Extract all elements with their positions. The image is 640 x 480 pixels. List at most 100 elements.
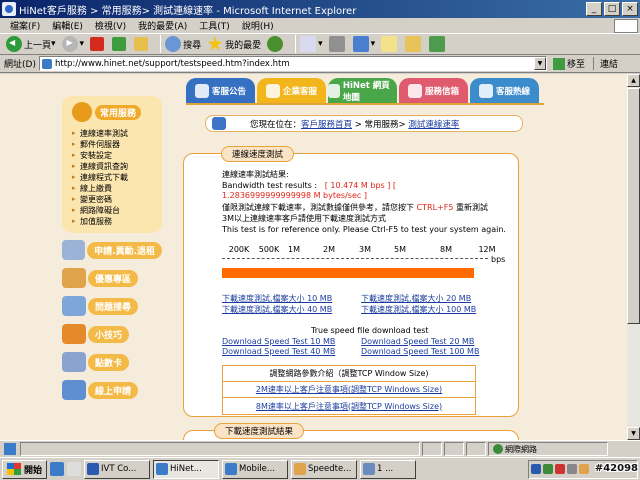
menu-file[interactable]: 檔案(F) (10, 19, 40, 32)
sidebar-item-password[interactable]: 變更密碼 (72, 194, 156, 205)
tray-antivirus-icon[interactable] (555, 464, 565, 474)
tab-sitemap[interactable]: HiNet 網頁地圖 (328, 78, 397, 104)
apply-icon (62, 240, 86, 260)
sidebar: 常用服務 連線速率測試 郵件伺服器 安裝設定 連線資訊查詢 連線程式下載 線上繳… (62, 96, 162, 401)
stop-icon (90, 37, 105, 51)
links-button[interactable]: 連結 (592, 57, 618, 70)
forward-arrow-icon (61, 36, 78, 52)
sidebar-button-offers[interactable]: 優惠專區 (62, 267, 162, 289)
minimize-button[interactable]: _ (586, 2, 602, 16)
download-cn-20mb-link[interactable]: 下載速度測試,檔案大小 20 MB (361, 293, 471, 304)
refresh-button[interactable] (112, 37, 128, 51)
favorites-button[interactable]: 我的最愛 (207, 36, 261, 52)
stop-button[interactable] (90, 37, 106, 51)
task-misc[interactable]: 1 ... (360, 459, 417, 479)
task-mobile[interactable]: Mobile... (222, 459, 289, 479)
sidebar-item-speed-test[interactable]: 連線速率測試 (72, 128, 156, 139)
menu-edit[interactable]: 編輯(E) (52, 19, 83, 32)
back-button[interactable]: 上一頁 ▾ (6, 36, 56, 52)
search-label: 搜尋 (183, 40, 202, 51)
edit-button[interactable]: ▾ (352, 36, 375, 52)
task-ivt[interactable]: IVT Co... (84, 459, 151, 479)
tick-label: 8M (440, 245, 452, 254)
sidebar-item-connection-info[interactable]: 連線資訊查詢 (72, 161, 156, 172)
menu-help[interactable]: 說明(H) (242, 19, 274, 32)
discuss-button[interactable] (381, 36, 399, 52)
address-url[interactable]: http://www.hinet.net/support/testspeed.h… (55, 59, 534, 69)
forward-button[interactable]: ▾ (61, 36, 84, 52)
quicklaunch-ie-icon[interactable] (50, 462, 65, 476)
address-bar: 網址(D) http://www.hinet.net/support/tests… (0, 55, 640, 73)
tab-announcements[interactable]: 客服公告 (186, 78, 255, 104)
quicklaunch-desktop-icon[interactable] (67, 462, 82, 476)
address-label: 網址(D) (4, 60, 36, 70)
question-icon (62, 296, 86, 316)
menu-view[interactable]: 檢視(V) (95, 19, 126, 32)
scroll-thumb[interactable] (627, 88, 640, 324)
download-en-title: True speed file download test (311, 326, 429, 335)
scroll-down-icon[interactable]: ▼ (627, 427, 640, 440)
start-button[interactable]: 開始 (2, 459, 48, 479)
card-icon (62, 352, 86, 372)
print-button[interactable] (328, 36, 347, 52)
tray-network-icon[interactable] (543, 464, 553, 474)
breadcrumb-current-link[interactable]: 測試連線速率 (408, 118, 459, 130)
tray-bluetooth-icon[interactable] (531, 464, 541, 474)
sidebar-button-tips[interactable]: 小技巧 (62, 323, 162, 345)
download-en-10mb-link[interactable]: Download Speed Test 10 MB (222, 337, 335, 346)
services-icon (72, 102, 92, 122)
sidebar-item-payment[interactable]: 線上繳費 (72, 183, 156, 194)
sidebar-item-download[interactable]: 連線程式下載 (72, 172, 156, 183)
app-icon (363, 463, 376, 475)
address-dropdown-icon[interactable]: ▼ (533, 57, 546, 70)
download-en-100mb-link[interactable]: Download Speed Test 100 MB (361, 347, 479, 356)
tuning-2m-link[interactable]: 2M速率以上客戶注意事項(調整TCP Windows Size) (256, 384, 442, 395)
sidebar-button-apply[interactable]: 申請.異動.退租 (62, 239, 162, 261)
vertical-scrollbar[interactable]: ▲ ▼ (627, 74, 640, 440)
tab-hotline[interactable]: 客服熱線 (470, 78, 539, 104)
note-text-end: 重新測試 (455, 203, 488, 212)
download-cn-10mb-link[interactable]: 下載速度測試,檔案大小 10 MB (222, 293, 332, 304)
page-icon (41, 58, 52, 69)
go-arrow-icon (552, 57, 565, 70)
folder-button[interactable] (405, 36, 423, 52)
task-speedtest[interactable]: Speedte... (291, 459, 358, 479)
go-button[interactable]: 移至 (552, 57, 585, 70)
sidebar-item-value-added[interactable]: 加值服務 (72, 216, 156, 227)
tab-mailbox[interactable]: 服務信箱 (399, 78, 468, 104)
scroll-up-icon[interactable]: ▲ (627, 74, 640, 87)
menu-tools[interactable]: 工具(T) (199, 19, 230, 32)
mail-button[interactable]: ▾ (300, 36, 323, 52)
task-hinet[interactable]: HiNet... (153, 459, 220, 479)
tray-volume-icon[interactable] (567, 464, 577, 474)
breadcrumb-home-link[interactable]: 客戶服務首頁 (301, 118, 352, 130)
menu-favorites[interactable]: 我的最愛(A) (138, 19, 187, 32)
download-en-40mb-link[interactable]: Download Speed Test 40 MB (222, 347, 335, 356)
address-input[interactable]: http://www.hinet.net/support/testspeed.h… (38, 56, 547, 71)
tray-app-icon[interactable] (579, 464, 589, 474)
download-cn-40mb-link[interactable]: 下載速度測試,檔案大小 40 MB (222, 304, 332, 315)
home-button[interactable] (134, 37, 150, 51)
messenger-button[interactable] (429, 36, 447, 52)
start-label: 開始 (24, 465, 43, 476)
mail-icon (300, 36, 317, 52)
search-button[interactable]: 搜尋 (165, 36, 201, 52)
sidebar-item-fault[interactable]: 網路障礙台 (72, 205, 156, 216)
note-key: CTRL+F5 (416, 203, 454, 212)
close-button[interactable]: × (622, 2, 638, 16)
tuning-8m-link[interactable]: 8M速率以上客戶注意事項(調整TCP Windows Size) (256, 401, 442, 412)
media-button[interactable] (267, 36, 285, 52)
tab-enterprise[interactable]: 企業客服 (257, 78, 326, 104)
sidebar-button-faq[interactable]: 問題搜尋 (62, 295, 162, 317)
sidebar-header-label: 常用服務 (95, 104, 142, 120)
sidebar-button-card[interactable]: 點數卡 (62, 351, 162, 373)
top-tabs: 客服公告 企業客服 HiNet 網頁地圖 服務信箱 客服熱線 (186, 78, 541, 106)
sidebar-item-mail-server[interactable]: 郵件伺服器 (72, 139, 156, 150)
sidebar-item-setup[interactable]: 安裝設定 (72, 150, 156, 161)
download-en-20mb-link[interactable]: Download Speed Test 20 MB (361, 337, 474, 346)
ie-icon (225, 463, 238, 475)
sidebar-button-online-apply[interactable]: 線上申請 (62, 379, 162, 401)
toolbar-separator (295, 35, 297, 53)
download-cn-100mb-link[interactable]: 下載速度測試,檔案大小 100 MB (361, 304, 476, 315)
maximize-button[interactable]: □ (604, 2, 620, 16)
